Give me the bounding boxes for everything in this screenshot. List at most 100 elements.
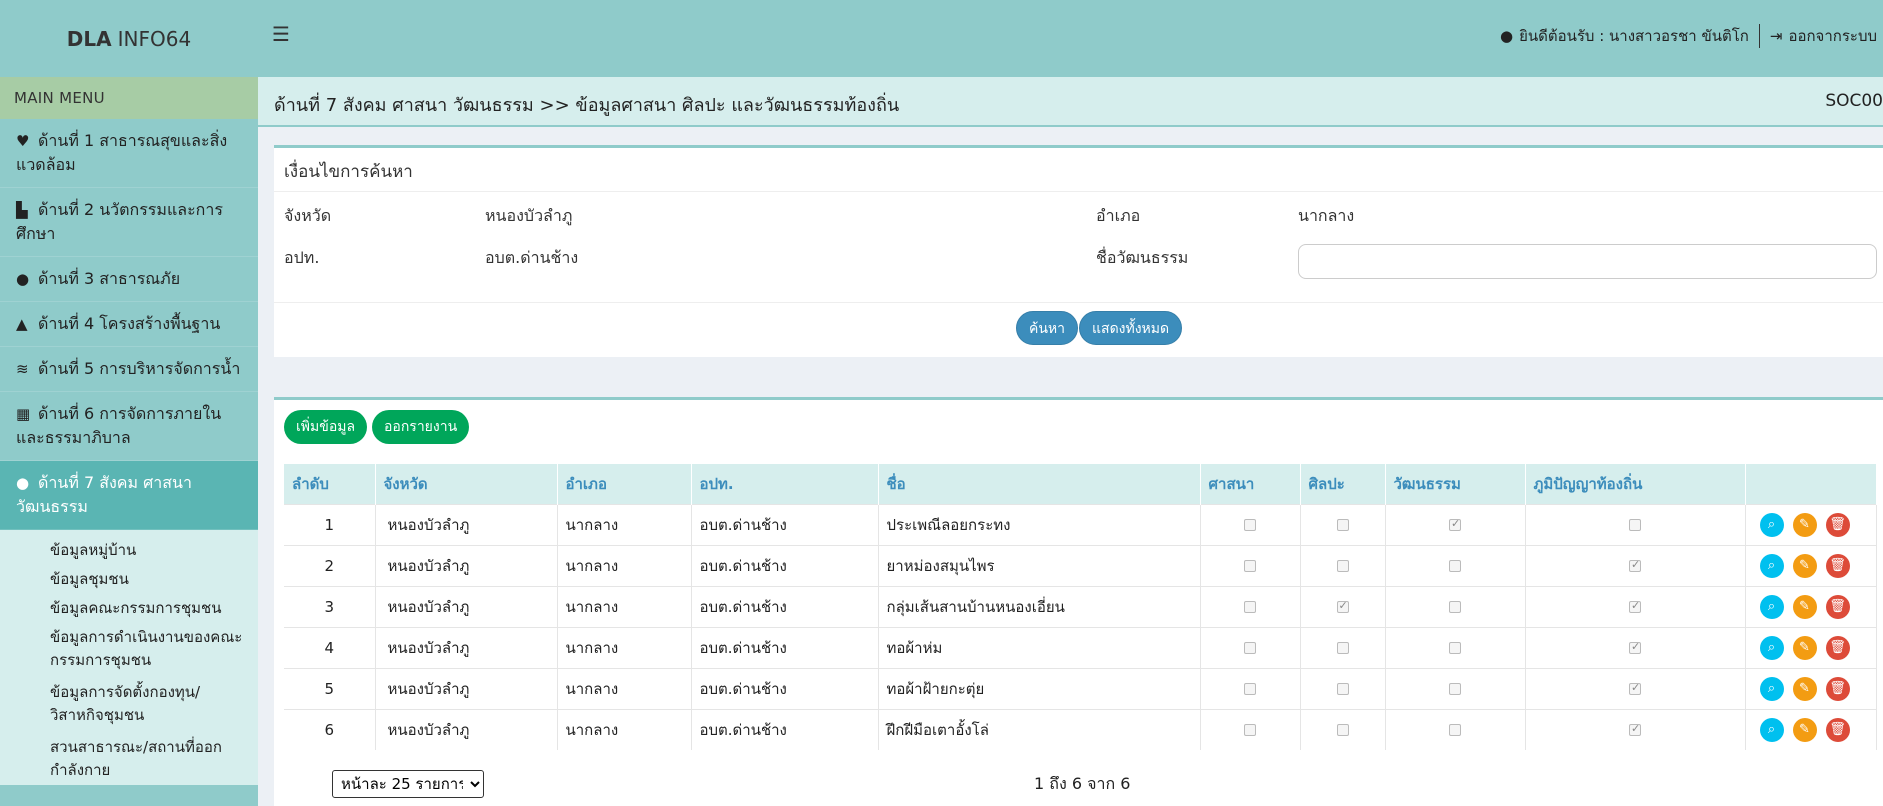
users-icon: ● [16, 474, 30, 492]
sidebar-item-society[interactable]: ● ด้านที่ 7 สังคม ศาสนา วัฒนธรรม [0, 461, 258, 530]
submenu-item-funds[interactable]: ข้อมูลการจัดตั้งกองทุน/วิสาหกิจชุมชน [0, 678, 258, 733]
edit-button[interactable]: ✎ [1792, 512, 1817, 537]
table-header-row: ลำดับ จังหวัด อำเภอ อปท. ชื่อ ศาสนา ศิลป… [284, 464, 1877, 504]
table-row: 3 หนองบัวลำภู นากลาง อบต.ด่านช้าง กลุ่มเส้นส… [284, 585, 1877, 627]
logout-link[interactable]: ออกจากระบบ [1788, 24, 1877, 48]
column-header[interactable]: อปท. [691, 464, 879, 504]
table-cell: หนองบัวลำภู [375, 503, 558, 545]
table-cell: หนองบัวลำภู [375, 708, 558, 750]
show-all-button[interactable]: แสดงทั้งหมด [1079, 311, 1183, 345]
sidebar-item-infrastructure[interactable]: ▲ ด้านที่ 4 โครงสร้างพื้นฐาน [0, 302, 258, 347]
view-button[interactable]: ⌕ [1759, 553, 1784, 578]
delete-button[interactable]: 🗑 [1825, 717, 1850, 742]
menu-toggle-icon[interactable]: ☰ [272, 22, 290, 46]
culture-checkbox [1449, 683, 1461, 695]
submenu-item-committee-operations[interactable]: ข้อมูลการดำเนินงานของคณะกรรมการชุมชน [0, 623, 258, 678]
checkbox-cell [1385, 544, 1526, 586]
culture-checkbox [1449, 560, 1461, 572]
table-body: 1 หนองบัวลำภู นากลาง อบต.ด่านช้าง ประเพณีลอย… [284, 503, 1877, 750]
sidebar: MAIN MENU ♥ ด้านที่ 1 สาธารณสุขและสิ่งแวด… [0, 77, 258, 806]
table-cell: ประเพณีลอยกระทง [878, 503, 1201, 545]
table-cell: หนองบัวลำภู [375, 626, 558, 668]
user-shield-icon: ● [16, 270, 30, 288]
delete-button[interactable]: 🗑 [1825, 594, 1850, 619]
water-icon: ≋ [16, 360, 29, 378]
submenu-item-committees[interactable]: ข้อมูลคณะกรรมการชุมชน [0, 594, 258, 623]
sidebar-item-disaster[interactable]: ● ด้านที่ 3 สาธารณภัย [0, 257, 258, 302]
table-cell: นากลาง [557, 708, 692, 750]
submenu-item-communities[interactable]: ข้อมูลชุมชน [0, 565, 258, 594]
wisdom-checkbox [1629, 599, 1641, 613]
main-content: ด้านที่ 7 สังคม ศาสนา วัฒนธรรม >> ข้อมูล… [258, 77, 1883, 806]
culture-name-input[interactable] [1298, 244, 1877, 279]
sidebar-submenu: ข้อมูลหมู่บ้าน ข้อมูลชุมชน ข้อมูลคณะกรรม… [0, 530, 258, 785]
sidebar-item-governance[interactable]: ▦ ด้านที่ 6 การจัดการภายในและธรรมาภิบาล [0, 392, 258, 461]
checkbox-cell [1525, 585, 1746, 627]
view-button[interactable]: ⌕ [1759, 635, 1784, 660]
table-cell: อบต.ด่านช้าง [691, 544, 879, 586]
page-size-select[interactable]: หน้าละ 25 รายการ [332, 770, 484, 798]
edit-button[interactable]: ✎ [1792, 717, 1817, 742]
divider [1758, 24, 1760, 48]
sidebar-item-water[interactable]: ≋ ด้านที่ 5 การบริหารจัดการน้ำ [0, 347, 258, 392]
table-cell: 2 [284, 544, 376, 586]
edit-button[interactable]: ✎ [1792, 676, 1817, 701]
column-header-actions [1745, 464, 1877, 504]
checkbox-cell [1300, 585, 1386, 627]
add-data-button[interactable]: เพิ่มข้อมูล [284, 410, 368, 444]
column-header[interactable]: ชื่อ [878, 464, 1201, 504]
view-button[interactable]: ⌕ [1759, 717, 1784, 742]
table-cell: นากลาง [557, 503, 692, 545]
checkbox-cell [1385, 626, 1526, 668]
sidebar-item-health[interactable]: ♥ ด้านที่ 1 สาธารณสุขและสิ่งแวดล้อม [0, 119, 258, 188]
view-button[interactable]: ⌕ [1759, 594, 1784, 619]
district-value: นากลาง [1298, 206, 1355, 225]
religion-checkbox [1244, 560, 1256, 572]
search-button[interactable]: ค้นหา [1016, 311, 1079, 345]
table-cell: อบต.ด่านช้าง [691, 708, 879, 750]
delete-button[interactable]: 🗑 [1825, 553, 1850, 578]
export-report-button[interactable]: ออกรายงาน [372, 410, 470, 444]
culture-checkbox [1449, 517, 1461, 531]
culture-checkbox [1449, 724, 1461, 737]
column-header[interactable]: ลำดับ [284, 464, 376, 504]
column-header[interactable]: ศาสนา [1200, 464, 1301, 504]
delete-button[interactable]: 🗑 [1825, 676, 1850, 701]
column-header[interactable]: วัฒนธรรม [1385, 464, 1526, 504]
column-header[interactable]: อำเภอ [557, 464, 692, 504]
table-cell: 5 [284, 667, 376, 709]
delete-button[interactable]: 🗑 [1825, 635, 1850, 660]
brand-logo[interactable]: DLA INFO64 [0, 0, 258, 77]
divider [274, 302, 1883, 303]
actions-cell: ⌕ ✎ 🗑 [1745, 544, 1877, 586]
table-cell: ฝึกฝีมือเตาอั้งโล่ [878, 708, 1201, 750]
religion-checkbox [1244, 601, 1256, 613]
heartbeat-icon: ♥ [16, 132, 30, 150]
view-button[interactable]: ⌕ [1759, 512, 1784, 537]
delete-button[interactable]: 🗑 [1825, 512, 1850, 537]
table-cell: ทอผ้าห่ม [878, 626, 1201, 668]
wisdom-checkbox [1629, 558, 1641, 572]
edit-button[interactable]: ✎ [1792, 594, 1817, 619]
logout-icon[interactable]: ⇥ [1770, 27, 1783, 45]
table-row: 4หนองบัวลำภูนากลางอบต.ด่านช้างทอผ้าห่ม ⌕ ✎… [284, 626, 1877, 668]
table-row: 5 หนองบัวลำภู นากลาง อบต.ด่านช้าง ทอผ้าฝ้ายก… [284, 667, 1877, 709]
view-button[interactable]: ⌕ [1759, 676, 1784, 701]
submenu-item-villages[interactable]: ข้อมูลหมู่บ้าน [0, 536, 258, 565]
sidebar-item-label: ด้านที่ 2 นวัตกรรมและการศึกษา [16, 200, 223, 243]
table-cell: 1 [284, 503, 376, 545]
edit-button[interactable]: ✎ [1792, 553, 1817, 578]
table-cell: นากลาง [557, 585, 692, 627]
checkbox-cell [1300, 626, 1386, 668]
column-header[interactable]: จังหวัด [375, 464, 558, 504]
column-header[interactable]: ภูมิปัญญาท้องถิ่น [1525, 464, 1746, 504]
sidebar-item-education[interactable]: ▙ ด้านที่ 2 นวัตกรรมและการศึกษา [0, 188, 258, 257]
submenu-item-parks[interactable]: สวนสาธารณะ/สถานที่ออกกำลังกาย [0, 733, 258, 785]
list-panel: เพิ่มข้อมูล ออกรายงาน ลำดับ จังหวัด อำเภ… [274, 397, 1883, 806]
column-header[interactable]: ศิลปะ [1300, 464, 1386, 504]
wisdom-checkbox [1629, 640, 1641, 654]
table-cell: ยาหม่องสมุนไพร [878, 544, 1201, 586]
table-cell: นากลาง [557, 544, 692, 586]
edit-button[interactable]: ✎ [1792, 635, 1817, 660]
data-table: ลำดับ จังหวัด อำเภอ อปท. ชื่อ ศาสนา ศิลป… [284, 464, 1877, 750]
